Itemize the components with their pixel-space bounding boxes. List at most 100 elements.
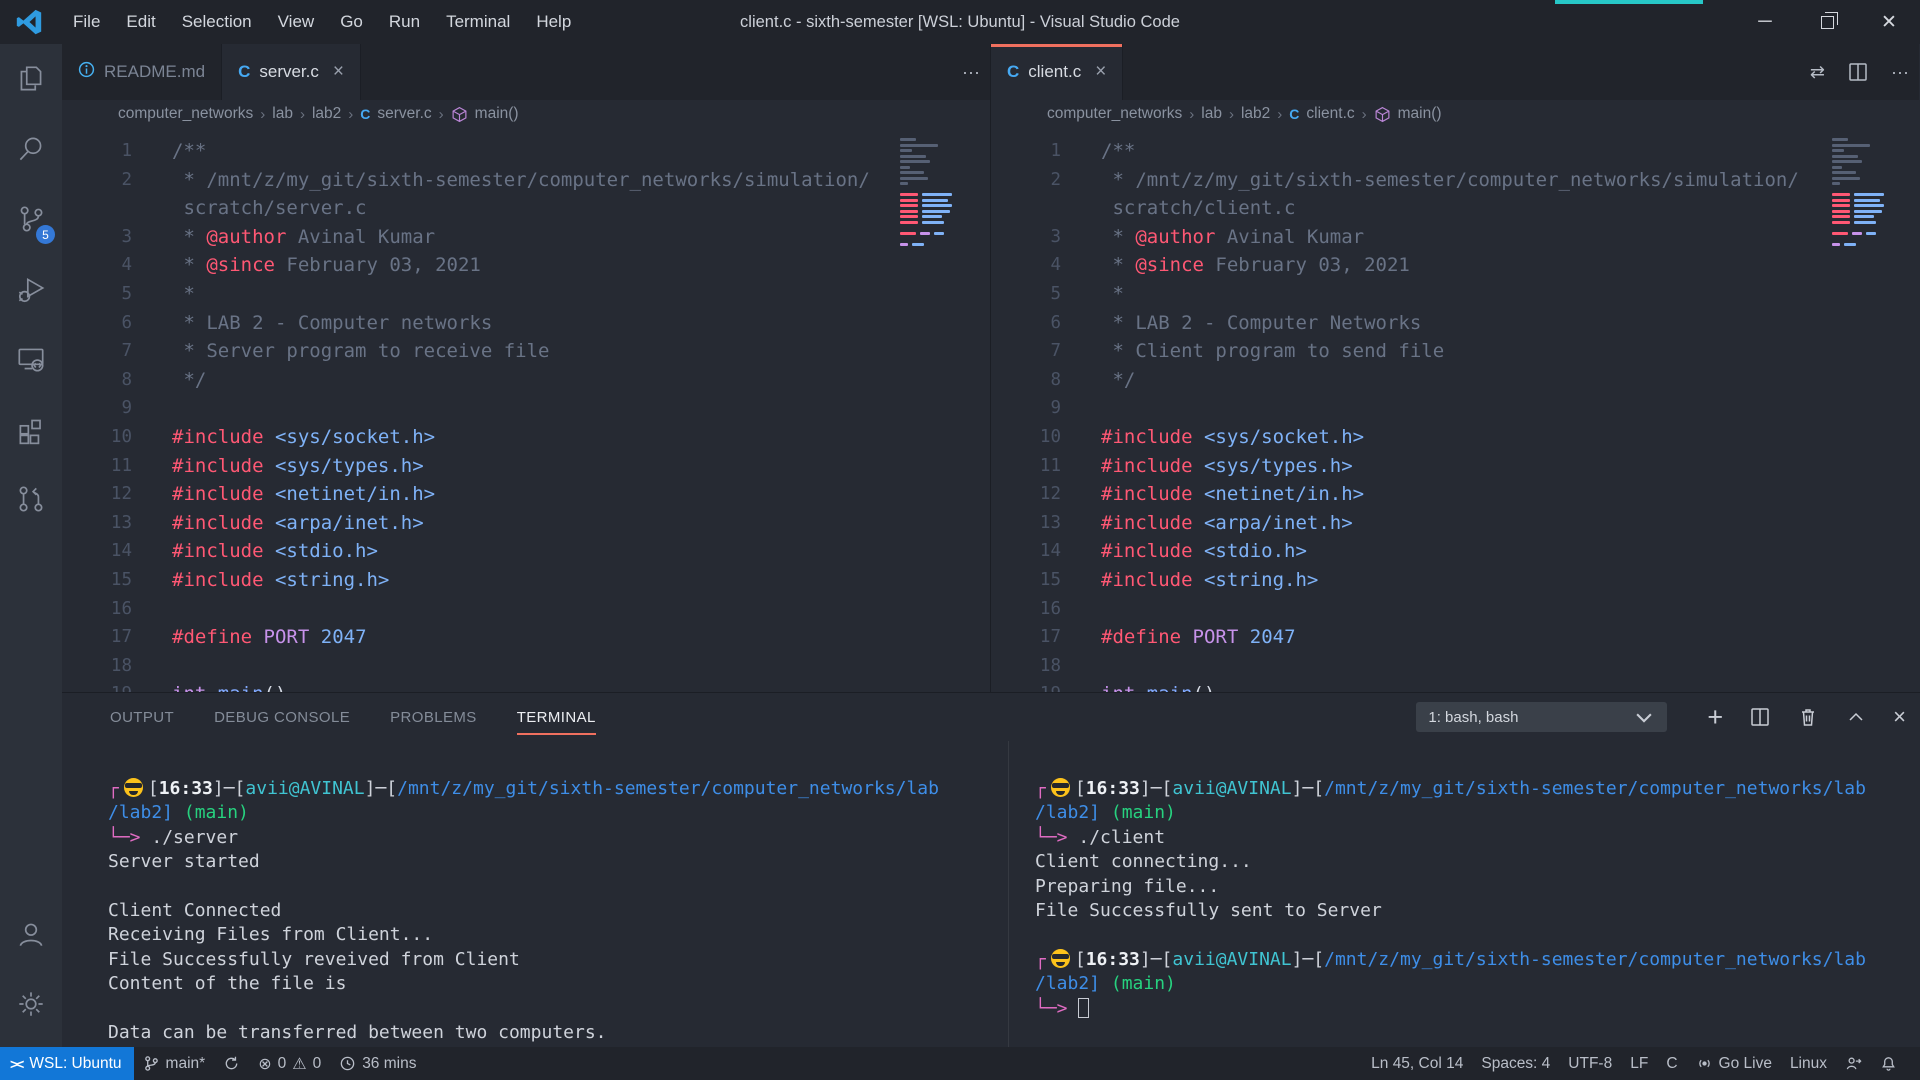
settings-gear-icon[interactable] <box>0 969 62 1039</box>
terminal-line: Preparing file... <box>1035 875 1915 899</box>
terminal-select[interactable]: 1: bash, bash <box>1416 702 1667 732</box>
extensions-icon[interactable] <box>0 394 62 464</box>
title-bar: File Edit Selection View Go Run Terminal… <box>0 0 1920 44</box>
code-line: 3 * @author Avinal Kumar <box>991 223 1919 252</box>
tab-client-c[interactable]: C client.c × <box>991 44 1123 100</box>
breadcrumb-item[interactable]: server.c <box>377 105 431 123</box>
chevron-right-icon: › <box>1277 106 1282 123</box>
menu-file[interactable]: File <box>60 0 113 44</box>
tab-problems[interactable]: PROBLEMS <box>390 693 477 741</box>
tab-terminal[interactable]: TERMINAL <box>517 693 596 741</box>
tab-bar-right: C client.c × ⇄ ··· <box>991 44 1919 100</box>
c-file-icon: C <box>238 62 250 82</box>
minimap[interactable] <box>900 138 970 256</box>
split-editor-icon[interactable] <box>1847 61 1869 83</box>
new-terminal-icon[interactable]: + <box>1707 706 1723 728</box>
terminal-line: File Successfully reveived from Client <box>108 948 998 972</box>
breadcrumb-item[interactable]: computer_networks <box>118 105 253 123</box>
terminal-line: Client connecting... <box>1035 850 1915 874</box>
go-live-button[interactable]: Go Live <box>1687 1047 1781 1080</box>
breadcrumb-item[interactable]: client.c <box>1306 105 1354 123</box>
kill-terminal-trash-icon[interactable] <box>1797 706 1819 728</box>
maximize-panel-chevron-up-icon[interactable] <box>1845 706 1867 728</box>
more-actions-icon[interactable]: ··· <box>962 62 980 83</box>
time-tracker-status[interactable]: 36 mins <box>330 1047 425 1080</box>
tab-debug-console[interactable]: DEBUG CONSOLE <box>214 693 350 741</box>
terminal-split-divider[interactable] <box>1008 741 1009 1047</box>
menu-terminal[interactable]: Terminal <box>433 0 523 44</box>
chevron-right-icon: › <box>1229 106 1234 123</box>
terminal-line <box>108 997 998 1021</box>
tab-output[interactable]: OUTPUT <box>110 693 174 741</box>
bell-icon <box>1880 1055 1897 1072</box>
code-line: scratch/server.c <box>62 194 990 223</box>
restore-button[interactable] <box>1796 0 1858 44</box>
language-mode[interactable]: C <box>1657 1047 1686 1080</box>
problems-status[interactable]: ⊗ 0 ⚠ 0 <box>249 1047 330 1080</box>
tab-close-icon[interactable]: × <box>1095 61 1106 83</box>
explorer-icon[interactable] <box>0 44 62 114</box>
menu-go[interactable]: Go <box>327 0 376 44</box>
breadcrumb-item[interactable]: lab <box>272 105 293 123</box>
terminal-cursor <box>1078 998 1089 1018</box>
terminal-client[interactable]: ┌[16:33]─[avii@AVINAL]─[/mnt/z/my_git/si… <box>1035 741 1915 1047</box>
terminal-line: Data can be transferred between two comp… <box>108 1021 998 1045</box>
menu-help[interactable]: Help <box>523 0 584 44</box>
code-line: 13#include <arpa/inet.h> <box>62 509 990 538</box>
minimize-button[interactable]: ─ <box>1734 0 1796 44</box>
github-pullrequest-icon[interactable] <box>0 464 62 534</box>
minimap[interactable] <box>1832 138 1902 256</box>
menu-view[interactable]: View <box>265 0 328 44</box>
search-icon[interactable] <box>0 114 62 184</box>
code-editor-server[interactable]: 1/**2 * /mnt/z/my_git/sixth-semester/com… <box>62 128 990 692</box>
os-indicator[interactable]: Linux <box>1781 1047 1836 1080</box>
remote-indicator[interactable]: >< WSL: Ubuntu <box>0 1047 134 1080</box>
breadcrumb-item[interactable]: lab <box>1201 105 1222 123</box>
close-button[interactable]: ✕ <box>1858 0 1920 44</box>
scm-badge: 5 <box>36 225 55 244</box>
close-panel-icon[interactable]: × <box>1893 704 1906 730</box>
menu-selection[interactable]: Selection <box>169 0 265 44</box>
sync-status[interactable] <box>214 1047 249 1080</box>
breadcrumb-item[interactable]: main() <box>475 105 519 123</box>
code-line: 3 * @author Avinal Kumar <box>62 223 990 252</box>
code-line: 15#include <string.h> <box>991 566 1919 595</box>
indentation[interactable]: Spaces: 4 <box>1472 1047 1559 1080</box>
code-line: 1/** <box>991 137 1919 166</box>
breadcrumb-item[interactable]: computer_networks <box>1047 105 1182 123</box>
account-icon[interactable] <box>0 899 62 969</box>
eol-sequence[interactable]: LF <box>1621 1047 1657 1080</box>
source-control-icon[interactable]: 5 <box>0 184 62 254</box>
terminal-select-value: 1: bash, bash <box>1428 709 1518 726</box>
run-debug-icon[interactable] <box>0 254 62 324</box>
remote-explorer-icon[interactable] <box>0 324 62 394</box>
feedback-button[interactable] <box>1836 1047 1871 1080</box>
menu-edit[interactable]: Edit <box>113 0 168 44</box>
more-actions-icon[interactable]: ··· <box>1891 62 1909 83</box>
notifications-bell[interactable] <box>1871 1047 1906 1080</box>
split-terminal-icon[interactable] <box>1749 706 1771 728</box>
git-branch-status[interactable]: main* <box>134 1047 215 1080</box>
breadcrumb-item[interactable]: lab2 <box>1241 105 1270 123</box>
terminal-line: Client Connected <box>108 899 998 923</box>
tab-readme[interactable]: README.md <box>62 44 222 100</box>
code-line: 14#include <stdio.h> <box>991 537 1919 566</box>
breadcrumb-item[interactable]: lab2 <box>312 105 341 123</box>
symbol-cube-icon <box>451 106 468 123</box>
breadcrumb-item[interactable]: main() <box>1398 105 1442 123</box>
open-changes-icon[interactable]: ⇄ <box>1810 62 1825 83</box>
terminal-server[interactable]: ┌[16:33]─[avii@AVINAL]─[/mnt/z/my_git/si… <box>108 741 998 1047</box>
encoding[interactable]: UTF-8 <box>1559 1047 1621 1080</box>
code-editor-client[interactable]: 1/**2 * /mnt/z/my_git/sixth-semester/com… <box>991 128 1919 692</box>
code-line: 17#define PORT 2047 <box>991 623 1919 652</box>
warning-count: 0 <box>313 1055 322 1073</box>
cursor-position[interactable]: Ln 45, Col 14 <box>1362 1047 1472 1080</box>
tab-close-icon[interactable]: × <box>333 61 344 83</box>
tab-server-c[interactable]: C server.c × <box>222 44 361 100</box>
chevron-right-icon: › <box>1189 106 1194 123</box>
menu-run[interactable]: Run <box>376 0 433 44</box>
code-line: 12#include <netinet/in.h> <box>62 480 990 509</box>
restore-icon <box>1821 16 1834 29</box>
terminal-line: ┌[16:33]─[avii@AVINAL]─[/mnt/z/my_git/si… <box>1035 777 1915 801</box>
branch-label: main* <box>166 1055 206 1073</box>
